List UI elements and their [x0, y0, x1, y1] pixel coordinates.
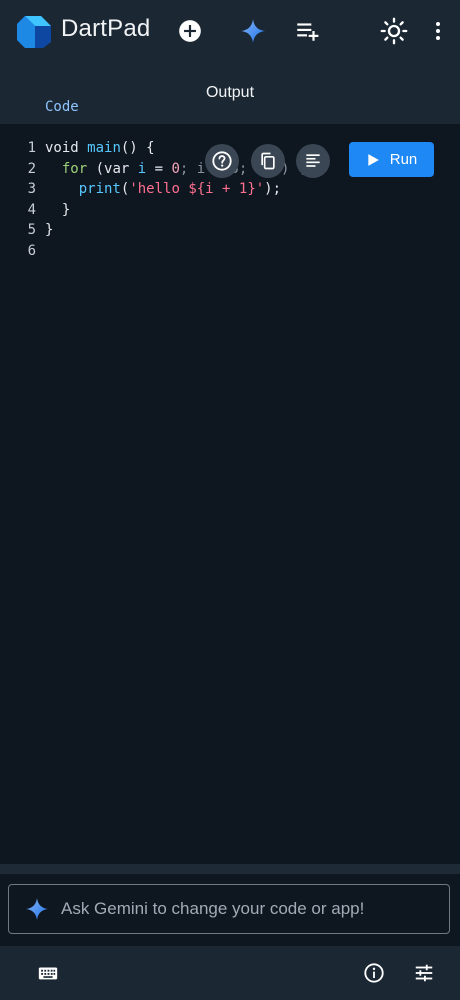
- copy-code-button[interactable]: [251, 144, 285, 178]
- help-icon: [212, 151, 232, 171]
- keyboard-shortcuts-button[interactable]: [34, 959, 62, 987]
- tune-icon: [415, 964, 433, 982]
- settings-button[interactable]: [410, 959, 438, 987]
- dart-logo-icon: [16, 13, 52, 49]
- info-icon: [364, 963, 384, 983]
- samples-button[interactable]: [291, 15, 323, 47]
- play-icon: [368, 153, 379, 166]
- code-line-3: print('hello ${i + 1}');: [78, 181, 282, 197]
- new-project-button[interactable]: [174, 15, 206, 47]
- line-number: 5: [27, 222, 36, 238]
- format-code-button[interactable]: [296, 144, 330, 178]
- line-number: 2: [27, 160, 36, 177]
- add-circle-icon: [179, 20, 201, 42]
- more-menu-button[interactable]: [422, 15, 454, 47]
- theme-toggle-button[interactable]: [378, 15, 410, 47]
- code-line-5: }: [45, 222, 54, 238]
- bottom-bar: [0, 946, 460, 1000]
- copy-icon: [261, 152, 275, 170]
- app-title: DartPad: [61, 15, 151, 42]
- format-icon: [306, 154, 320, 167]
- run-button-label: Run: [389, 151, 418, 168]
- line-number-gutter: 1 2 3 4 5 6: [0, 138, 38, 261]
- line-number: 3: [27, 181, 36, 197]
- tab-bar: Code Output: [0, 62, 460, 138]
- gemini-prompt-area: [0, 874, 460, 946]
- playlist-add-icon: [297, 23, 319, 41]
- brightness-icon: [380, 17, 408, 45]
- code-line-4: }: [45, 201, 71, 218]
- more-vertical-icon: [436, 22, 440, 40]
- help-button[interactable]: [205, 144, 239, 178]
- keyboard-icon: [38, 967, 58, 980]
- line-number: 4: [27, 201, 36, 218]
- code-editor[interactable]: 1 2 3 4 5 6 void main() { for (var i = 0…: [0, 124, 460, 864]
- gemini-button[interactable]: [237, 15, 269, 47]
- gemini-prompt-box[interactable]: [8, 884, 450, 934]
- dartpad-app: DartPad Code Output 1 2 3 4 5 6 void mai…: [0, 0, 460, 1000]
- gemini-sparkle-icon: [25, 897, 49, 921]
- gemini-prompt-input[interactable]: [61, 897, 441, 921]
- info-button[interactable]: [360, 959, 388, 987]
- run-button[interactable]: Run: [349, 142, 434, 177]
- panel-divider[interactable]: [0, 864, 460, 874]
- app-header: DartPad: [0, 0, 460, 62]
- line-number: 6: [27, 242, 36, 259]
- tab-output[interactable]: Output: [0, 62, 460, 124]
- line-number: 1: [27, 140, 36, 156]
- gemini-sparkle-icon: [241, 19, 265, 43]
